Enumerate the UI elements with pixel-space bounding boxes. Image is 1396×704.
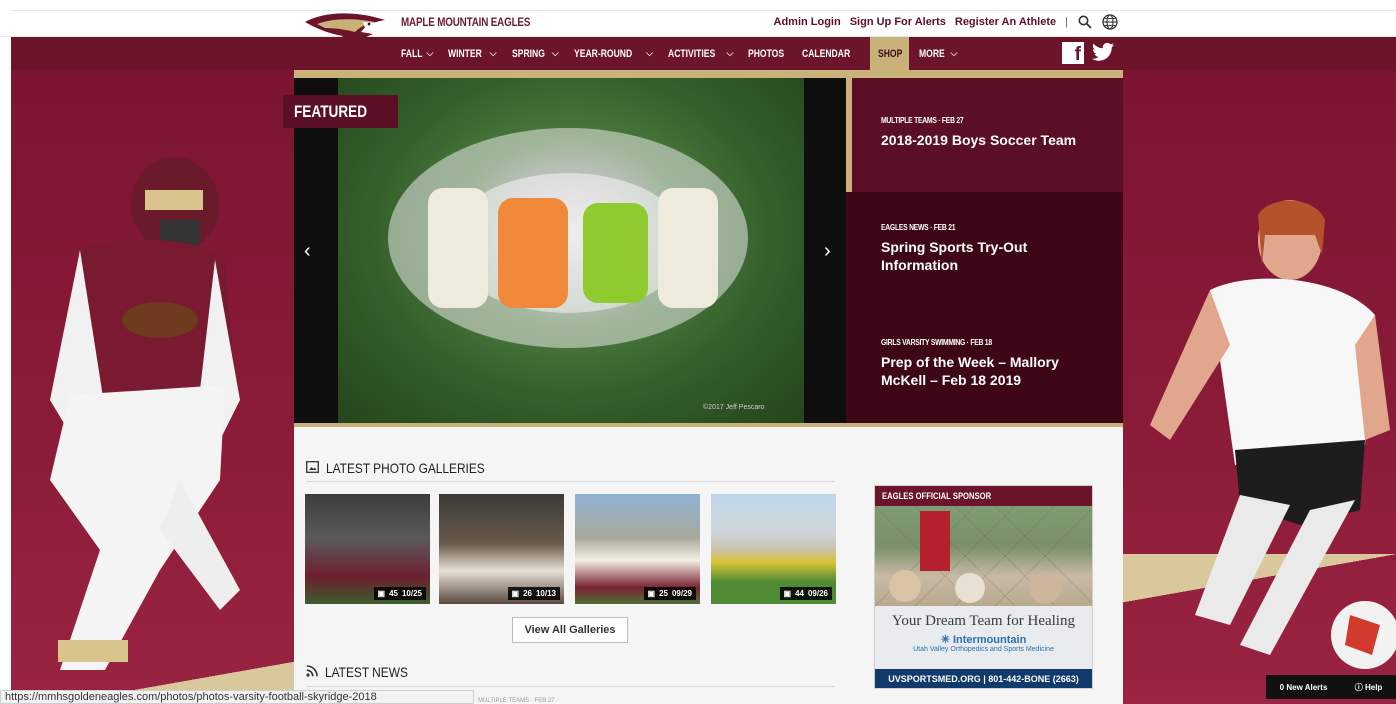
chevron-down-icon: ⌵ xyxy=(551,48,559,58)
story-title[interactable]: 2018-2019 Boys Soccer Team xyxy=(881,132,1123,150)
chevron-down-icon: ⌵ xyxy=(646,48,653,58)
photo-credit: ©2017 Jeff Pescaro xyxy=(703,404,765,411)
carousel-next-button[interactable]: › xyxy=(824,240,831,263)
gallery-badge: ▣ 44 09/26 xyxy=(779,587,832,600)
sponsor-footer[interactable]: UVSPORTSMED.ORG | 801-442-BONE (2663) xyxy=(875,669,1092,688)
featured-photo[interactable] xyxy=(338,78,804,423)
alerts-count[interactable]: 0 New Alerts xyxy=(1280,683,1328,692)
utility-bar xyxy=(0,0,1396,37)
football-player-image xyxy=(10,150,250,670)
alerts-widget[interactable]: 0 New Alerts ⓘ Help xyxy=(1266,675,1396,699)
soccer-player-image xyxy=(1140,195,1396,685)
sponsor-ad[interactable]: EAGLES OFFICIAL SPONSOR Your Dream Team … xyxy=(874,485,1093,689)
sponsor-brand: ✳ Intermountain xyxy=(940,634,1027,646)
nav-year-round[interactable]: YEAR-ROUND ⌵ xyxy=(574,37,662,70)
globe-icon[interactable] xyxy=(1102,14,1118,30)
nav-spring[interactable]: SPRING ⌵ xyxy=(512,37,568,70)
featured-carousel[interactable] xyxy=(294,78,846,423)
top-rule xyxy=(11,10,1396,11)
sponsor-tagline: Your Dream Team for Healing xyxy=(892,613,1075,629)
story-title[interactable]: Spring Sports Try-Out Information xyxy=(881,239,1061,274)
nav-fall[interactable]: FALL ⌵ xyxy=(401,37,442,70)
news-heading: LATEST NEWS xyxy=(306,664,423,680)
facebook-icon[interactable]: f xyxy=(1062,42,1084,64)
chevron-down-icon: ⌵ xyxy=(950,48,958,58)
gallery-thumb[interactable]: ▣ 25 09/29 xyxy=(575,494,700,604)
status-url: https://mmhsgoldeneagles.com/photos/phot… xyxy=(0,690,474,704)
image-icon: ▣ xyxy=(783,589,792,598)
story-item[interactable]: MULTIPLE TEAMS · FEB 27 2018-2019 Boys S… xyxy=(846,78,1123,192)
gallery-thumb[interactable]: ▣ 44 09/26 xyxy=(711,494,836,604)
alerts-signup-link[interactable]: Sign Up For Alerts xyxy=(850,16,946,28)
image-icon xyxy=(306,460,319,476)
nav-more[interactable]: MORE ⌵ xyxy=(919,37,966,70)
story-meta: GIRLS VARSITY SWIMMING · FEB 18 xyxy=(881,338,992,347)
story-meta: EAGLES NEWS · FEB 21 xyxy=(881,223,956,232)
admin-login-link[interactable]: Admin Login xyxy=(774,16,841,28)
gallery-badge: ▣ 45 10/25 xyxy=(373,587,426,600)
featured-stories: MULTIPLE TEAMS · FEB 27 2018-2019 Boys S… xyxy=(846,78,1123,423)
image-icon: ▣ xyxy=(647,589,656,598)
chevron-down-icon: ⌵ xyxy=(726,48,734,58)
nav-photos[interactable]: PHOTOS xyxy=(748,37,795,70)
social-links: f xyxy=(1062,42,1114,67)
intermountain-logo-icon: ✳ xyxy=(940,634,953,646)
gallery-thumb[interactable]: ▣ 45 10/25 xyxy=(305,494,430,604)
eagle-logo[interactable] xyxy=(303,12,387,66)
nav-shop[interactable]: SHOP xyxy=(870,37,910,70)
news-item-meta: MULTIPLE TEAMS · FEB 27 xyxy=(478,698,555,704)
story-item[interactable]: EAGLES NEWS · FEB 21 Spring Sports Try-O… xyxy=(846,192,1123,307)
divider: | xyxy=(1065,16,1068,28)
chevron-down-icon: ⌵ xyxy=(426,48,434,58)
gallery-badge: ▣ 26 10/13 xyxy=(507,587,560,600)
galleries-heading: LATEST PHOTO GALLERIES xyxy=(306,460,513,476)
image-icon: ▣ xyxy=(377,589,386,598)
story-meta: MULTIPLE TEAMS · FEB 27 xyxy=(881,116,964,125)
sponsor-photo xyxy=(874,505,1093,607)
twitter-icon[interactable] xyxy=(1092,42,1114,67)
nav-calendar[interactable]: CALENDAR xyxy=(802,37,865,70)
news-rule xyxy=(306,686,835,687)
chevron-down-icon: ⌵ xyxy=(489,48,497,58)
view-all-galleries-button[interactable]: View All Galleries xyxy=(512,617,628,643)
story-item[interactable]: GIRLS VARSITY SWIMMING · FEB 18 Prep of … xyxy=(846,307,1123,423)
search-icon[interactable] xyxy=(1077,14,1093,30)
register-athlete-link[interactable]: Register An Athlete xyxy=(955,16,1056,28)
nav-winter[interactable]: WINTER ⌵ xyxy=(448,37,505,70)
gallery-thumb[interactable]: ▣ 26 10/13 xyxy=(439,494,564,604)
main-nav: FALL ⌵ WINTER ⌵ SPRING ⌵ YEAR-ROUND ⌵ ACTIVI… xyxy=(401,37,972,70)
featured-label: FEATURED xyxy=(283,95,398,128)
top-gold-rule xyxy=(294,70,1123,78)
sponsor-heading: EAGLES OFFICIAL SPONSOR xyxy=(875,486,1092,506)
help-icon: ⓘ xyxy=(1354,682,1365,692)
utility-links: Admin Login Sign Up For Alerts Register … xyxy=(774,14,1119,30)
sponsor-brand-sub: Utah Valley Orthopedics and Sports Medic… xyxy=(913,646,1054,653)
site-name[interactable]: MAPLE MOUNTAIN EAGLES xyxy=(401,15,530,29)
nav-activities[interactable]: ACTIVITIES ⌵ xyxy=(668,37,742,70)
carousel-prev-button[interactable]: ‹ xyxy=(304,240,311,263)
gallery-badge: ▣ 25 09/29 xyxy=(643,587,696,600)
help-button[interactable]: ⓘ Help xyxy=(1355,682,1383,693)
image-icon: ▣ xyxy=(511,589,520,598)
rss-icon xyxy=(306,664,318,680)
galleries-rule xyxy=(306,481,835,482)
story-title[interactable]: Prep of the Week – Mallory McKell – Feb … xyxy=(881,354,1081,389)
